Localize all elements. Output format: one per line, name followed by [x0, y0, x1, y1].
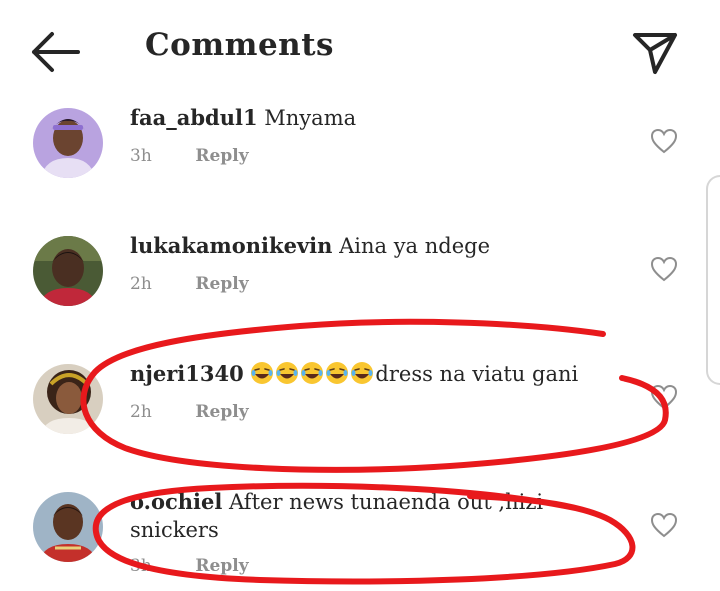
comment-text: faa_abdul1 Mnyama — [130, 104, 610, 132]
comment-item: o.ochiel After news tunaenda out ,hizi s… — [0, 484, 720, 591]
paper-plane-icon — [633, 33, 677, 74]
heart-icon — [650, 512, 678, 538]
heart-icon — [650, 128, 678, 154]
comment-text: o.ochiel After news tunaenda out ,hizi s… — [130, 488, 560, 544]
comment-time: 2h — [130, 274, 152, 294]
avatar[interactable] — [33, 108, 103, 178]
comment-body: Mnyama — [264, 106, 357, 130]
comment-item: faa_abdul1 Mnyama 3h Reply — [0, 100, 720, 228]
heart-icon — [650, 256, 678, 282]
like-button[interactable] — [650, 384, 678, 410]
reply-button[interactable]: Reply — [195, 556, 248, 576]
comment-body: Aina ya ndege — [339, 234, 491, 258]
comment-time: 3h — [130, 556, 152, 576]
laughing-emoji-icon — [301, 362, 324, 384]
avatar-photo — [33, 236, 103, 306]
like-button[interactable] — [650, 512, 678, 538]
avatar-photo — [33, 492, 103, 562]
comment-text: njeri1340 😂😂😂😂😂dress na viatu gani — [130, 360, 610, 388]
comment-username[interactable]: o.ochiel — [130, 489, 222, 514]
avatar[interactable] — [33, 492, 103, 562]
like-button[interactable] — [650, 256, 678, 282]
laughing-emoji-icon — [276, 362, 299, 384]
reply-button[interactable]: Reply — [195, 146, 248, 166]
comment-emoji: 😂😂😂😂😂 — [250, 362, 375, 386]
laughing-emoji-icon — [326, 362, 349, 384]
comment-time: 2h — [130, 402, 152, 422]
laughing-emoji-icon — [251, 362, 274, 384]
page-title: Comments — [145, 27, 334, 63]
comment-text: lukakamonikevin Aina ya ndege — [130, 232, 610, 260]
reply-button[interactable]: Reply — [195, 402, 248, 422]
arrow-left-icon — [32, 32, 80, 72]
avatar[interactable] — [33, 364, 103, 434]
comment-username[interactable]: faa_abdul1 — [130, 105, 258, 130]
laughing-emoji-icon — [351, 362, 374, 384]
back-button[interactable] — [30, 30, 82, 74]
reply-button[interactable]: Reply — [195, 274, 248, 294]
comment-meta: 2h Reply — [130, 274, 249, 294]
share-button[interactable] — [630, 28, 680, 76]
like-button[interactable] — [650, 128, 678, 154]
comment-meta: 3h Reply — [130, 556, 249, 576]
heart-icon — [650, 384, 678, 410]
comment-item: lukakamonikevin Aina ya ndege 2h Reply — [0, 228, 720, 356]
comment-username[interactable]: lukakamonikevin — [130, 233, 332, 258]
avatar-photo — [33, 364, 103, 434]
edge-panel-handle[interactable] — [706, 175, 720, 385]
avatar-photo — [33, 108, 103, 178]
comment-body: dress na viatu gani — [375, 362, 579, 386]
comment-username[interactable]: njeri1340 — [130, 361, 244, 386]
header-bar: Comments — [0, 0, 720, 100]
comment-meta: 2h Reply — [130, 402, 249, 422]
comment-meta: 3h Reply — [130, 146, 249, 166]
avatar[interactable] — [33, 236, 103, 306]
comment-item: njeri1340 😂😂😂😂😂dress na viatu gani 2h Re… — [0, 356, 720, 484]
comment-time: 3h — [130, 146, 152, 166]
